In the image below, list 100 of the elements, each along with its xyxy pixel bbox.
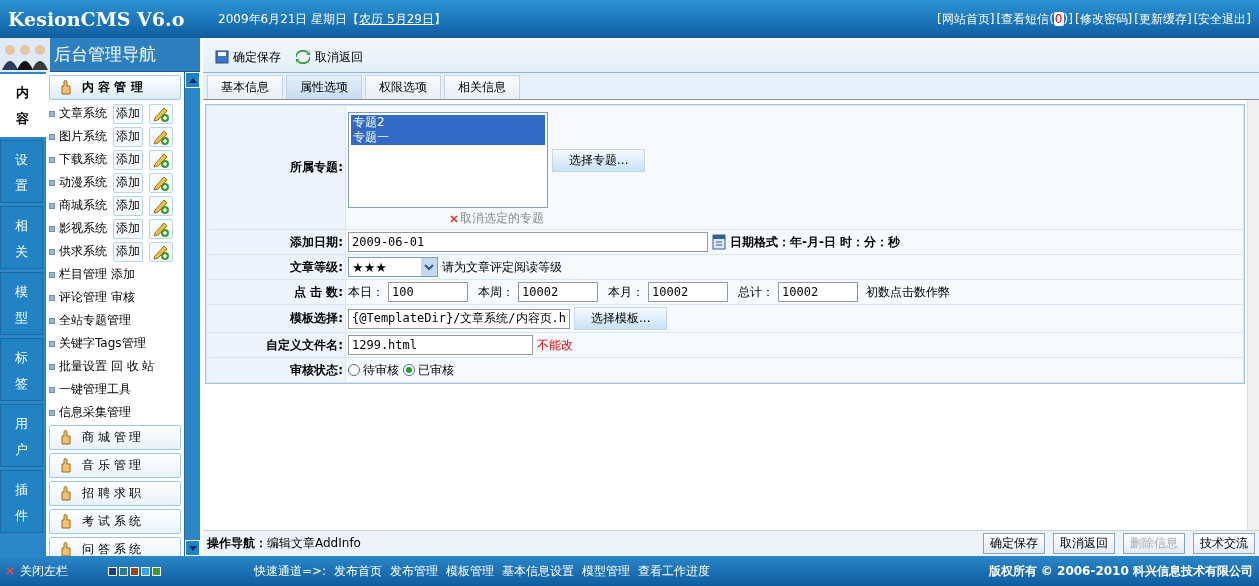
quick-link[interactable]: 基本信息设置 <box>502 562 575 580</box>
field-label: 点 击 数: <box>207 280 345 304</box>
menu-group-button[interactable]: 商 城 管 理 <box>49 425 181 450</box>
theme-swatch[interactable] <box>108 566 117 576</box>
level-hint: 请为文章评定阅读等级 <box>442 258 562 276</box>
edit-button[interactable] <box>149 103 173 124</box>
hits-label: 本日： <box>348 283 384 301</box>
bullet-icon <box>49 317 55 324</box>
header-link[interactable]: [网站首页] <box>937 10 995 28</box>
menu-link[interactable]: 供求系统 <box>59 243 107 260</box>
bullet-icon <box>49 386 55 393</box>
menu-link[interactable]: 全站专题管理 <box>59 312 131 329</box>
calendar-icon[interactable] <box>712 234 726 250</box>
close-sidebar-link[interactable]: 关闭左栏 <box>6 562 100 580</box>
menu-group-button[interactable]: 音 乐 管 理 <box>49 453 181 478</box>
field-label: 文章等级: <box>207 255 345 279</box>
toolbar-button[interactable]: 确定保存 <box>215 48 281 66</box>
edit-button[interactable] <box>149 195 173 216</box>
menu-group-button[interactable]: 考 试 系 统 <box>49 509 181 534</box>
bullet-icon <box>49 225 55 232</box>
quick-link[interactable]: 模板管理 <box>446 562 495 580</box>
menu-link[interactable]: 商城系统 <box>59 197 107 214</box>
breadcrumb-text: 操作导航：编辑文章AddInfo <box>207 535 362 552</box>
tab[interactable]: 相关信息 <box>444 75 520 99</box>
add-button[interactable]: 添加 <box>113 126 143 147</box>
bullet-icon <box>49 179 55 186</box>
header-link[interactable]: [修改密码] <box>1074 10 1133 28</box>
bullet-icon <box>49 110 55 117</box>
menu-link[interactable]: 关键字Tags管理 <box>59 335 146 352</box>
theme-swatch[interactable] <box>152 566 161 576</box>
tab[interactable]: 基本信息 <box>207 75 283 99</box>
menu-link[interactable]: 动漫系统 <box>59 174 107 191</box>
template-field[interactable]: {@TemplateDir}/文章系统/内容页.h <box>348 308 570 329</box>
add-button[interactable]: 添加 <box>113 241 143 262</box>
quick-link[interactable]: 发布首页 <box>334 562 383 580</box>
action-button[interactable]: 确定保存 <box>983 533 1045 554</box>
menu-link[interactable]: 信息采集管理 <box>59 404 131 421</box>
date-format-note: 日期格式：年-月-日 时：分：秒 <box>730 233 901 251</box>
edit-button[interactable] <box>149 241 173 262</box>
menu-link[interactable]: 图片系统 <box>59 128 107 145</box>
menu-group-button[interactable]: 内 容 管 理 <box>49 75 181 100</box>
add-button[interactable]: 添加 <box>113 218 143 239</box>
action-button[interactable]: 技术交流 <box>1193 533 1255 554</box>
bullet-icon <box>49 271 55 278</box>
hits-field[interactable]: 10002 <box>518 282 598 302</box>
bullet-icon <box>49 363 55 370</box>
header-link[interactable]: [更新缓存] <box>1134 10 1192 28</box>
filename-field[interactable]: 1299.html <box>348 335 533 355</box>
hits-note: 初数点击数作弊 <box>866 283 950 301</box>
copyright-text: 版权所有 © 2006-2010 科兴信息技术有限公司 <box>988 562 1253 580</box>
lunar-date-link[interactable]: 农历 5月29日 <box>359 11 434 26</box>
menu-link[interactable]: 文章系统 <box>59 105 107 122</box>
list-option[interactable]: 专题2 <box>351 115 545 130</box>
add-button[interactable]: 添加 <box>113 149 143 170</box>
add-button[interactable]: 添加 <box>113 172 143 193</box>
header-link[interactable]: [查看短信(0)] <box>996 10 1073 28</box>
menu-link[interactable]: 栏目管理 添加 <box>59 266 135 283</box>
add-button[interactable]: 添加 <box>113 195 143 216</box>
level-select[interactable]: ★★★ <box>348 257 438 277</box>
topic-listbox[interactable]: 专题2 专题一 <box>348 112 548 208</box>
bullet-icon <box>49 202 55 209</box>
tab[interactable]: 属性选项 <box>286 75 362 99</box>
menu-link[interactable]: 影视系统 <box>59 220 107 237</box>
bullet-icon <box>49 409 55 416</box>
toolbar-button[interactable]: 取消返回 <box>295 48 363 66</box>
quick-link[interactable]: 发布管理 <box>390 562 439 580</box>
quick-link[interactable]: 查看工作进度 <box>638 562 711 580</box>
hits-label: 总计： <box>738 283 774 301</box>
hand-icon <box>60 430 72 445</box>
header-link[interactable]: [安全退出] <box>1193 10 1251 28</box>
choose-template-button[interactable]: 选择模板... <box>574 307 668 330</box>
menu-link[interactable]: 评论管理 审核 <box>59 289 135 306</box>
menu-link[interactable]: 批量设置 回 收 站 <box>59 358 155 375</box>
menu-link[interactable]: 一键管理工具 <box>59 381 131 398</box>
theme-swatch[interactable] <box>119 566 128 576</box>
down-arrow-icon <box>188 545 197 551</box>
quick-label: 快速通道=>: <box>254 562 327 580</box>
edit-button[interactable] <box>149 172 173 193</box>
quick-link[interactable]: 模型管理 <box>582 562 631 580</box>
date-field[interactable]: 2009-06-01 <box>348 232 708 252</box>
radio-option[interactable]: 已审核 <box>403 361 454 379</box>
menu-group-button[interactable]: 招 聘 求 职 <box>49 481 181 506</box>
hits-field[interactable]: 10002 <box>778 282 858 302</box>
radio-option[interactable]: 待审核 <box>348 361 399 379</box>
theme-swatch[interactable] <box>130 566 139 576</box>
menu-group-button[interactable]: 问 答 系 统 <box>49 537 181 556</box>
choose-topic-button[interactable]: 选择专题... <box>552 148 646 172</box>
list-option[interactable]: 专题一 <box>351 130 545 145</box>
field-label: 审核状态: <box>207 358 345 382</box>
tab[interactable]: 权限选项 <box>365 75 441 99</box>
hits-field[interactable]: 10002 <box>648 282 728 302</box>
hits-field[interactable]: 100 <box>388 282 468 302</box>
edit-button[interactable] <box>149 149 173 170</box>
action-button[interactable]: 取消返回 <box>1053 533 1115 554</box>
edit-button[interactable] <box>149 218 173 239</box>
add-button[interactable]: 添加 <box>113 103 143 124</box>
edit-button[interactable] <box>149 126 173 147</box>
theme-swatch[interactable] <box>141 566 150 576</box>
menu-link[interactable]: 下载系统 <box>59 151 107 168</box>
bullet-icon <box>49 156 55 163</box>
